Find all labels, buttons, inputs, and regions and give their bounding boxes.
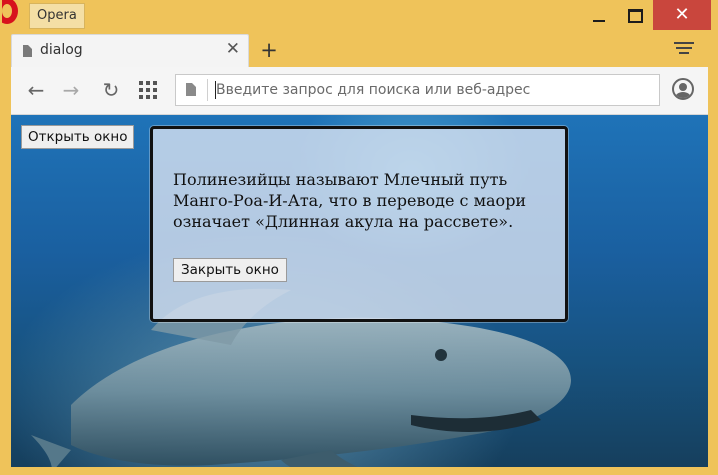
page-info-icon[interactable]: [186, 83, 196, 96]
document-icon: [23, 45, 32, 57]
reload-button[interactable]: ↻: [98, 77, 124, 103]
new-tab-button[interactable]: +: [260, 38, 278, 62]
modal-dialog: Полинезийцы называют Млечный путь Манго-…: [150, 126, 568, 322]
opera-menu-button[interactable]: Opera: [29, 3, 85, 29]
close-window-button[interactable]: ✕: [653, 0, 711, 30]
account-icon[interactable]: [672, 78, 694, 100]
close-icon: ✕: [674, 4, 690, 25]
minimize-button[interactable]: [581, 0, 615, 30]
address-separator: [207, 79, 208, 101]
forward-button[interactable]: →: [58, 77, 84, 103]
tab-dialog[interactable]: dialog ✕: [11, 34, 249, 68]
open-dialog-button[interactable]: Открыть окно: [21, 125, 135, 149]
maximize-button[interactable]: [617, 0, 651, 30]
opera-logo-icon[interactable]: [2, 0, 28, 30]
page-viewport: Открыть окно Полинезийцы называют Млечны…: [11, 115, 708, 467]
tab-menu-icon[interactable]: [674, 42, 694, 56]
tab-close-icon[interactable]: ✕: [226, 39, 240, 59]
dialog-text: Полинезийцы называют Млечный путь Манго-…: [173, 170, 527, 231]
title-bar: Opera ✕: [0, 0, 718, 32]
browser-window: Opera ✕ dialog ✕ + ← → ↻ Введите запрос …: [0, 0, 718, 475]
address-bar[interactable]: [175, 74, 660, 106]
address-input[interactable]: [216, 77, 646, 103]
back-button[interactable]: ←: [23, 77, 49, 103]
speed-dial-icon[interactable]: [139, 81, 157, 99]
close-dialog-button[interactable]: Закрыть окно: [173, 258, 287, 282]
tab-title: dialog: [40, 42, 83, 58]
navigation-toolbar: ← → ↻: [11, 67, 708, 115]
